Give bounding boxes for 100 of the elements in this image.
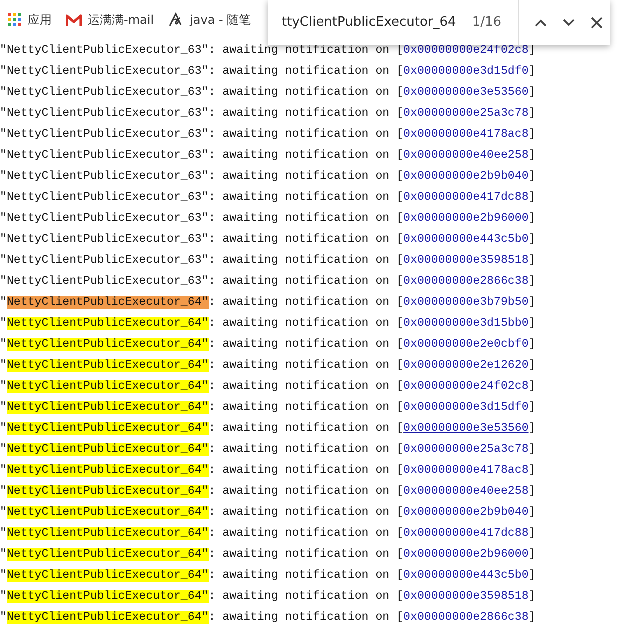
log-text: : awaiting notification on [ [208, 107, 404, 120]
address-link[interactable]: 0x00000000e3e53560 [404, 422, 529, 435]
bookmark-link[interactable]: java - 随笔 [168, 12, 252, 28]
address-link[interactable]: 0x00000000e2b9b040 [404, 506, 529, 519]
log-text: ] [528, 464, 536, 477]
log-text: : awaiting notification on [ [208, 128, 404, 141]
log-text: " [0, 107, 7, 120]
thread-name: NettyClientPublicExecutor_64" [6, 590, 209, 603]
address-link[interactable]: 0x00000000e25a3c78 [404, 107, 529, 120]
log-text: : awaiting notification on [ [208, 569, 404, 582]
log-text: : awaiting notification on [ [208, 422, 404, 435]
address-link[interactable]: 0x00000000e417dc88 [404, 191, 529, 204]
log-text: " [0, 275, 7, 288]
log-text: " [0, 65, 7, 78]
log-text: " [0, 422, 7, 435]
log-text: " [0, 191, 7, 204]
log-text: " [0, 317, 7, 330]
address-link[interactable]: 0x00000000e443c5b0 [404, 233, 529, 246]
log-text: " [0, 296, 7, 309]
match-count: 1/16 [472, 0, 519, 45]
log-text: " [0, 44, 7, 57]
thread-name: NettyClientPublicExecutor_64" [6, 296, 209, 309]
log-text: ] [528, 611, 536, 624]
address-link[interactable]: 0x00000000e40ee258 [404, 149, 529, 162]
log-text: : awaiting notification on [ [208, 317, 404, 330]
log-text: ] [528, 107, 536, 120]
thread-name: NettyClientPublicExecutor_64" [6, 401, 209, 414]
address-link[interactable]: 0x00000000e3598518 [404, 254, 529, 267]
address-link[interactable]: 0x00000000e2e12620 [404, 359, 529, 372]
close-icon [590, 16, 604, 30]
address-link[interactable]: 0x00000000e2866c38 [404, 611, 529, 624]
thread-name: NettyClientPublicExecutor_63" [6, 233, 209, 246]
thread-name: NettyClientPublicExecutor_64" [6, 569, 209, 582]
log-text: ] [528, 548, 536, 561]
log-text: ] [528, 233, 536, 246]
log-text: " [0, 128, 7, 141]
log-text: ] [528, 275, 536, 288]
log-text: : awaiting notification on [ [208, 527, 404, 540]
address-link[interactable]: 0x00000000e4178ac8 [404, 464, 529, 477]
log-text: ] [528, 86, 536, 99]
address-link[interactable]: 0x00000000e2b96000 [404, 212, 529, 225]
address-link[interactable]: 0x00000000e2b96000 [404, 548, 529, 561]
log-text: ] [528, 254, 536, 267]
thread-name: NettyClientPublicExecutor_63" [6, 170, 209, 183]
log-text: " [0, 464, 7, 477]
log-text: : awaiting notification on [ [208, 254, 404, 267]
log-text: " [0, 338, 7, 351]
thread-name: NettyClientPublicExecutor_63" [6, 65, 209, 78]
log-text: " [0, 86, 7, 99]
address-link[interactable]: 0x00000000e417dc88 [404, 527, 529, 540]
thread-name: NettyClientPublicExecutor_63" [6, 107, 209, 120]
log-text: ] [528, 191, 536, 204]
log-text: : awaiting notification on [ [208, 275, 404, 288]
log-text: ] [528, 170, 536, 183]
log-text: ] [528, 128, 536, 141]
find-field[interactable]: ttyClientPublicExecutor_64 [282, 15, 456, 30]
log-text: ] [528, 338, 536, 351]
scribble-logo-icon [168, 12, 184, 28]
log-text: ] [528, 317, 536, 330]
address-link[interactable]: 0x00000000e25a3c78 [404, 443, 529, 456]
address-link[interactable]: 0x00000000e2866c38 [404, 275, 529, 288]
log-text: : awaiting notification on [ [208, 212, 404, 225]
address-link[interactable]: 0x00000000e443c5b0 [404, 569, 529, 582]
log-text: " [0, 590, 7, 603]
log-text: : awaiting notification on [ [208, 296, 404, 309]
log-text: ] [528, 443, 536, 456]
bookmark-link[interactable]: 运满满-mail [66, 12, 154, 28]
thread-name: NettyClientPublicExecutor_63" [6, 254, 209, 267]
address-link[interactable]: 0x00000000e2b9b040 [404, 170, 529, 183]
log-text: " [0, 527, 7, 540]
thread-name: NettyClientPublicExecutor_64" [6, 317, 209, 330]
thread-name: NettyClientPublicExecutor_64" [6, 464, 209, 477]
log-text: : awaiting notification on [ [208, 359, 404, 372]
log-text: " [0, 233, 7, 246]
log-text: : awaiting notification on [ [208, 149, 404, 162]
log-text: : awaiting notification on [ [208, 65, 404, 78]
thread-name: NettyClientPublicExecutor_64" [6, 422, 209, 435]
address-link[interactable]: 0x00000000e4178ac8 [404, 128, 529, 141]
address-link[interactable]: 0x00000000e40ee258 [404, 485, 529, 498]
thread-name: NettyClientPublicExecutor_64" [6, 380, 209, 393]
address-link[interactable]: 0x00000000e3d15df0 [404, 65, 529, 78]
thread-name: NettyClientPublicExecutor_64" [6, 359, 209, 372]
log-text: ] [528, 149, 536, 162]
address-link[interactable]: 0x00000000e3d15bb0 [404, 317, 529, 330]
address-link[interactable]: 0x00000000e3e53560 [404, 86, 529, 99]
address-link[interactable]: 0x00000000e3d15df0 [404, 401, 529, 414]
log-text: " [0, 485, 7, 498]
address-link[interactable]: 0x00000000e3b79b50 [404, 296, 529, 309]
log-text: ] [528, 65, 536, 78]
log-text: : awaiting notification on [ [208, 233, 404, 246]
address-link[interactable]: 0x00000000e24f02c8 [404, 380, 529, 393]
bookmark-link[interactable]: 应用 [8, 12, 52, 28]
thread-name: NettyClientPublicExecutor_64" [6, 443, 209, 456]
address-link[interactable]: 0x00000000e3598518 [404, 590, 529, 603]
thread-name: NettyClientPublicExecutor_63" [6, 212, 209, 225]
mail-logo-icon [66, 14, 82, 26]
address-link[interactable]: 0x00000000e24f02c8 [404, 44, 529, 57]
address-link[interactable]: 0x00000000e2e0cbf0 [404, 338, 529, 351]
log-text: : awaiting notification on [ [208, 506, 404, 519]
log-text: : awaiting notification on [ [208, 443, 404, 456]
